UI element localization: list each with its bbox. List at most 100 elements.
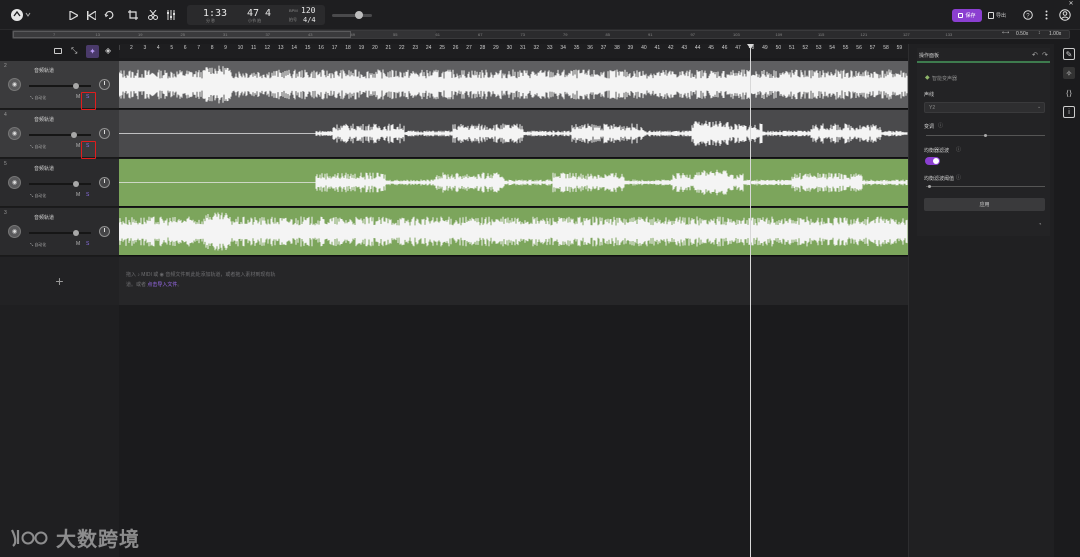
- drop-hint-line1: 拖入 ♪ MIDI 或 ◉ 音频文件到此处添加轨道，或者拖入素材到现有轨: [126, 272, 276, 278]
- ruler-tick: 6: [183, 45, 187, 51]
- top-toolbar: 1:33 分 秒 47 4 小节 拍 BPM 120 拍号 4/4 保存 导出 …: [0, 0, 1080, 30]
- track-name[interactable]: 音频轨道: [34, 67, 54, 74]
- code-icon[interactable]: ⟨⟩: [1063, 87, 1075, 99]
- mute-button[interactable]: M: [76, 192, 80, 198]
- expand-icon[interactable]: ⤡: [71, 46, 77, 56]
- export-button[interactable]: 导出: [988, 9, 1006, 22]
- track-automation[interactable]: ⤡ 自动化: [30, 242, 46, 248]
- track-pan-knob[interactable]: [99, 128, 110, 139]
- track-header[interactable]: 5 ◉ 音频轨道 ⤡ 自动化 M S: [0, 159, 119, 207]
- zoom-h-icon[interactable]: ⟷: [1002, 30, 1009, 36]
- ruler-tick: 20: [372, 45, 378, 51]
- ruler-tick: 26: [452, 45, 459, 51]
- export-button-label: 导出: [996, 13, 1007, 19]
- ruler-tick: 47: [735, 45, 741, 51]
- ruler-tick: 36: [587, 45, 593, 51]
- add-track-label: +: [55, 273, 64, 289]
- track-automation[interactable]: ⤡ 自动化: [30, 144, 46, 150]
- overview-tick: 109: [775, 32, 783, 37]
- drop-hint-suffix: 。: [177, 282, 183, 288]
- track-volume-knob[interactable]: [70, 132, 77, 138]
- track-pan-knob[interactable]: [99, 177, 110, 188]
- undo-icon[interactable]: ↶: [1032, 51, 1038, 59]
- track-header[interactable]: 4 ◉ 音频轨道 ⤡ 自动化 M S: [0, 110, 119, 158]
- audio-track-icon[interactable]: ◉: [8, 176, 21, 189]
- track-header[interactable]: 2 ◉ 音频轨道 ⤡ 自动化 M S: [0, 61, 119, 109]
- track-pan-knob[interactable]: [99, 79, 110, 90]
- scissors-icon[interactable]: [145, 7, 161, 23]
- ruler-tick: 16: [318, 45, 324, 51]
- track-name[interactable]: 音频轨道: [34, 214, 54, 221]
- overview-ruler[interactable]: 7 13 19 25 31 37 43 49 55 61 67 73 79 85 91 97 103 109 115…: [12, 30, 1070, 39]
- cursor-tool-icon[interactable]: ✦: [86, 45, 99, 58]
- add-track-button[interactable]: +: [0, 257, 119, 305]
- layers-icon[interactable]: ◈: [105, 46, 111, 55]
- magic-wand-icon[interactable]: ✧: [1063, 67, 1075, 79]
- reset-icon[interactable]: ◔: [1038, 222, 1042, 228]
- audio-track-icon[interactable]: ◉: [8, 78, 21, 91]
- track-volume-slider[interactable]: [29, 134, 91, 136]
- ruler-tick: 40: [641, 45, 647, 51]
- logo-icon[interactable]: [10, 7, 32, 23]
- overview-tick: 25: [180, 32, 185, 37]
- overview-tick: 55: [393, 32, 398, 37]
- zoom-v-icon[interactable]: ↕: [1038, 30, 1041, 36]
- ruler-tick: 9: [224, 45, 227, 51]
- save-button[interactable]: 保存: [952, 9, 982, 22]
- bpm-value[interactable]: 120: [301, 6, 315, 15]
- drop-hint-prefix: 道。或者: [126, 282, 148, 288]
- play-icon[interactable]: [65, 7, 81, 23]
- track-lane[interactable]: [119, 159, 908, 207]
- solo-button[interactable]: S: [86, 192, 89, 198]
- track-volume-slider[interactable]: [29, 183, 91, 185]
- equalizer-icon[interactable]: [163, 7, 179, 23]
- crop-icon[interactable]: [125, 7, 141, 23]
- track-volume-knob[interactable]: [72, 83, 79, 89]
- threshold-slider[interactable]: [926, 186, 1045, 187]
- close-icon[interactable]: ✕: [1066, 0, 1076, 7]
- help-icon[interactable]: ?: [1020, 7, 1036, 23]
- track-volume-slider[interactable]: [29, 85, 91, 87]
- track-pan-knob[interactable]: [99, 226, 110, 237]
- import-file-link[interactable]: 点击导入文件: [147, 282, 177, 288]
- timeline-ruler[interactable]: | 2 3 4 5 6 7 8 9 10 11 12 13 14 15 16 17 18 19 20 21 22 23 24 2…: [119, 44, 908, 58]
- track-name[interactable]: 音频轨道: [34, 165, 54, 172]
- zoom-v-value: 1.00x: [1049, 31, 1062, 37]
- track-name[interactable]: 音频轨道: [34, 116, 54, 123]
- loop-icon[interactable]: [101, 7, 117, 23]
- view-icon[interactable]: [54, 48, 62, 54]
- mute-button[interactable]: M: [76, 241, 80, 247]
- track-lane[interactable]: [119, 110, 908, 158]
- solo-button[interactable]: S: [86, 241, 89, 247]
- master-volume-slider[interactable]: [332, 14, 372, 17]
- track-automation[interactable]: ⤡ 自动化: [30, 193, 46, 199]
- pitch-slider-knob[interactable]: [984, 134, 987, 137]
- redo-icon[interactable]: ↷: [1042, 51, 1048, 59]
- mute-button[interactable]: M: [76, 94, 80, 100]
- audio-track-icon[interactable]: ◉: [8, 225, 21, 238]
- edit-icon[interactable]: ✎: [1063, 48, 1075, 60]
- master-volume-knob[interactable]: [355, 11, 363, 19]
- highlight-box: [81, 141, 96, 159]
- track-volume-knob[interactable]: [72, 181, 79, 187]
- track-volume-knob[interactable]: [72, 230, 79, 236]
- rewind-icon[interactable]: [83, 7, 99, 23]
- track-lane[interactable]: [118, 61, 908, 109]
- account-icon[interactable]: [1057, 7, 1073, 23]
- apply-button[interactable]: 应用: [924, 198, 1045, 211]
- ruler-tick: 10: [237, 45, 244, 51]
- ruler-tick: 7: [197, 45, 201, 51]
- track-automation[interactable]: ⤡ 自动化: [30, 95, 46, 101]
- signature-value[interactable]: 4/4: [303, 16, 316, 24]
- track-lane[interactable]: [118, 208, 908, 256]
- voice-select[interactable]: Y2 ⌄: [924, 102, 1045, 113]
- track-volume-slider[interactable]: [29, 232, 91, 234]
- audio-track-icon[interactable]: ◉: [8, 127, 21, 140]
- ruler-tick: 27: [466, 45, 472, 51]
- playhead[interactable]: [750, 44, 751, 557]
- more-icon[interactable]: [1038, 7, 1054, 23]
- mute-button[interactable]: M: [76, 143, 80, 149]
- info-panel-icon[interactable]: i: [1063, 106, 1075, 118]
- track-header[interactable]: 3 ◉ 音频轨道 ⤡ 自动化 M S: [0, 208, 119, 256]
- filter-toggle[interactable]: [925, 157, 940, 165]
